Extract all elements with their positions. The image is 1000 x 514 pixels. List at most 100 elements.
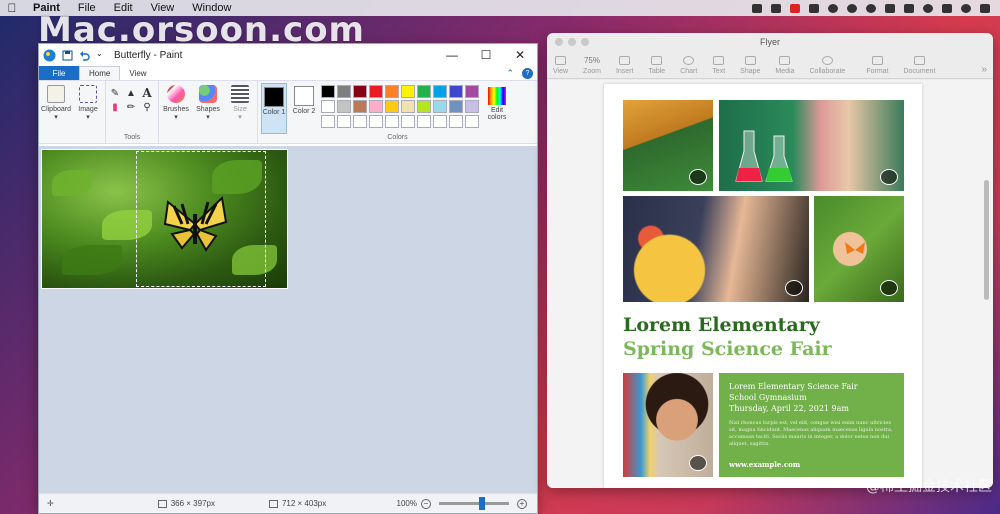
toolbar-zoom[interactable]: 75% Zoom bbox=[583, 56, 601, 75]
vertical-scrollbar[interactable] bbox=[984, 180, 989, 300]
palette-swatch[interactable] bbox=[321, 115, 335, 128]
palette-swatch[interactable] bbox=[449, 100, 463, 113]
wifi-icon[interactable] bbox=[885, 3, 895, 13]
color2-button[interactable]: Color 2 bbox=[291, 83, 317, 134]
zoom-slider[interactable] bbox=[439, 497, 509, 510]
paint-canvas-area[interactable] bbox=[39, 146, 537, 494]
close-button[interactable]: ✕ bbox=[503, 48, 537, 62]
image-placeholder-icon[interactable] bbox=[880, 169, 898, 185]
help-icon[interactable]: ? bbox=[522, 67, 533, 79]
pencil-icon[interactable]: ✎ bbox=[109, 87, 121, 99]
toolbar-shape[interactable]: Shape bbox=[740, 56, 760, 75]
color1-button[interactable]: Color 1 bbox=[261, 83, 287, 134]
fill-icon[interactable]: ▲ bbox=[125, 87, 137, 99]
photo-chemistry[interactable] bbox=[719, 100, 904, 191]
palette-swatch[interactable] bbox=[417, 115, 431, 128]
apple-icon[interactable]:  bbox=[0, 1, 24, 15]
pages-zoom-button[interactable] bbox=[581, 38, 589, 46]
toolbar-insert[interactable]: Insert bbox=[616, 56, 633, 75]
toolbar-chart[interactable]: Chart bbox=[680, 56, 697, 75]
palette-swatch[interactable] bbox=[321, 100, 335, 113]
image-placeholder-icon[interactable] bbox=[880, 280, 898, 296]
color-picker-icon[interactable]: ✏ bbox=[125, 101, 137, 113]
palette-swatch[interactable] bbox=[353, 100, 367, 113]
search-icon[interactable] bbox=[923, 3, 933, 13]
clipboard-button[interactable]: Clipboard ▾ bbox=[41, 83, 71, 141]
control-center-icon[interactable] bbox=[942, 3, 952, 13]
tab-file[interactable]: File bbox=[39, 66, 79, 80]
photo-butterfly-hand[interactable] bbox=[814, 196, 904, 302]
magnifier-icon[interactable]: ⚲ bbox=[141, 101, 153, 113]
palette-swatch[interactable] bbox=[385, 115, 399, 128]
edit-colors-button[interactable]: Edit colors bbox=[483, 83, 511, 134]
eraser-icon[interactable]: ▮ bbox=[109, 101, 121, 113]
palette-swatch[interactable] bbox=[337, 85, 351, 98]
palette-swatch[interactable] bbox=[369, 85, 383, 98]
palette-swatch[interactable] bbox=[417, 85, 431, 98]
toolbar-overflow-icon[interactable]: » bbox=[981, 64, 987, 75]
palette-swatch[interactable] bbox=[353, 115, 367, 128]
palette-swatch[interactable] bbox=[417, 100, 431, 113]
palette-swatch[interactable] bbox=[433, 100, 447, 113]
zoom-in-button[interactable]: + bbox=[517, 498, 527, 509]
toolbar-document[interactable]: Document bbox=[903, 56, 935, 75]
home-icon[interactable] bbox=[809, 3, 819, 13]
tab-home[interactable]: Home bbox=[79, 66, 121, 80]
toolbar-text[interactable]: Text bbox=[712, 56, 725, 75]
size-button[interactable]: Size ▾ bbox=[226, 83, 254, 141]
siri-icon[interactable] bbox=[961, 3, 971, 13]
toolbar-table[interactable]: Table bbox=[648, 56, 665, 75]
shapes-button[interactable]: Shapes ▾ bbox=[194, 83, 222, 141]
selection-rectangle[interactable] bbox=[136, 151, 266, 287]
save-icon[interactable] bbox=[62, 50, 73, 61]
maximize-button[interactable]: ☐ bbox=[469, 48, 503, 62]
pages-canvas[interactable]: Lorem Elementary Spring Science Fair Lor… bbox=[547, 80, 993, 488]
flyer-subheading[interactable]: Spring Science Fair bbox=[623, 338, 832, 360]
palette-swatch[interactable] bbox=[401, 85, 415, 98]
pause-icon[interactable] bbox=[790, 3, 800, 13]
palette-swatch[interactable] bbox=[401, 115, 415, 128]
palette-swatch[interactable] bbox=[385, 85, 399, 98]
toolbar-media[interactable]: Media bbox=[775, 56, 795, 75]
palette-swatch[interactable] bbox=[433, 85, 447, 98]
night-icon[interactable] bbox=[847, 3, 857, 13]
headphones-icon[interactable] bbox=[866, 3, 876, 13]
palette-swatch[interactable] bbox=[369, 115, 383, 128]
palette-swatch[interactable] bbox=[385, 100, 399, 113]
flag-icon[interactable] bbox=[904, 3, 914, 13]
palette-swatch[interactable] bbox=[369, 100, 383, 113]
brushes-button[interactable]: Brushes ▾ bbox=[162, 83, 190, 141]
palette-swatch[interactable] bbox=[337, 115, 351, 128]
minimize-button[interactable]: — bbox=[435, 48, 469, 62]
moon-icon[interactable] bbox=[828, 3, 838, 13]
image-placeholder-icon[interactable] bbox=[689, 455, 707, 471]
butterfly-image[interactable] bbox=[41, 149, 288, 289]
image-button[interactable]: Image ▾ bbox=[74, 83, 102, 141]
pages-minimize-button[interactable] bbox=[568, 38, 576, 46]
palette-swatch[interactable] bbox=[353, 85, 367, 98]
palette-swatch[interactable] bbox=[449, 115, 463, 128]
toolbar-view[interactable]: View bbox=[553, 56, 568, 75]
palette-swatch[interactable] bbox=[321, 85, 335, 98]
photo-microscope[interactable] bbox=[623, 100, 713, 191]
palette-swatch[interactable] bbox=[401, 100, 415, 113]
screen-record-icon[interactable] bbox=[752, 3, 762, 13]
photo-girl[interactable] bbox=[623, 373, 713, 477]
palette-swatch[interactable] bbox=[465, 85, 479, 98]
text-icon[interactable]: A bbox=[141, 86, 153, 100]
event-info-box[interactable]: Lorem Elementary Science Fair School Gym… bbox=[719, 373, 904, 477]
toolbar-format[interactable]: Format bbox=[866, 56, 888, 75]
list-icon[interactable] bbox=[980, 3, 990, 13]
tab-view[interactable]: View bbox=[120, 66, 155, 80]
palette-swatch[interactable] bbox=[337, 100, 351, 113]
palette-swatch[interactable] bbox=[449, 85, 463, 98]
undo-icon[interactable] bbox=[79, 50, 90, 61]
collapse-ribbon-icon[interactable]: ⌃ bbox=[506, 68, 514, 79]
flyer-heading[interactable]: Lorem Elementary bbox=[623, 314, 820, 336]
zoom-slider-thumb[interactable] bbox=[479, 497, 485, 510]
photo-planets[interactable] bbox=[623, 196, 809, 302]
customize-quick-access-icon[interactable]: ⌄ bbox=[96, 49, 104, 61]
palette-swatch[interactable] bbox=[465, 115, 479, 128]
flyer-page[interactable]: Lorem Elementary Spring Science Fair Lor… bbox=[604, 84, 922, 488]
app-tray-icon[interactable] bbox=[771, 3, 781, 13]
